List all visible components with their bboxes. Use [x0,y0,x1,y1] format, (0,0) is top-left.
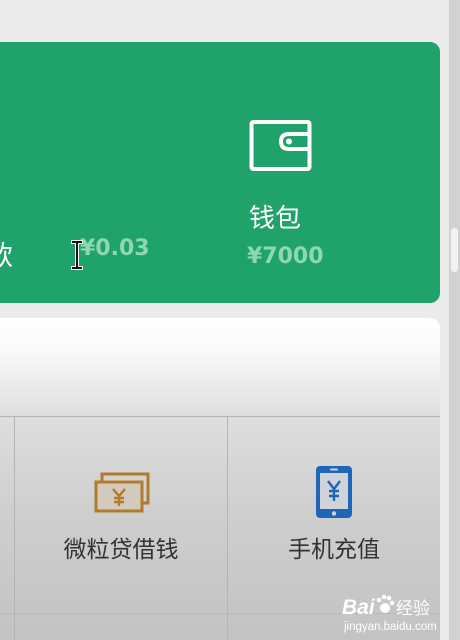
watermark-suffix: 经验 [396,599,430,619]
text-cursor-icon [71,240,83,270]
service-phone-topup[interactable]: 手机充值 [228,417,440,613]
change-amount: ¥0.03 [80,236,150,261]
wallet-balance: ¥7000 [247,244,324,269]
service-label: 手机充值 [288,537,380,563]
watermark-brand: Bai [342,596,376,619]
yuan-banknote-icon [94,472,150,513]
scrollbar-thumb[interactable] [451,228,458,272]
wallet-summary-card: 款 ¥0.03 钱包 ¥7000 [0,42,440,303]
service-microloan[interactable]: 微粒贷借钱 [15,417,227,613]
partial-card-label: 款 [0,240,13,274]
scrollbar[interactable] [449,0,460,640]
wallet-label: 钱包 [249,204,302,234]
service-label: 微粒贷借钱 [63,537,179,563]
paw-icon [376,594,395,613]
watermark-domain: jingyan.baidu.com [343,621,437,633]
mobile-phone-yuan-icon [316,466,352,518]
baidu-jingyan-watermark: Bai 经验 jingyan.baidu.com [342,594,437,633]
wallet-icon [249,120,312,171]
